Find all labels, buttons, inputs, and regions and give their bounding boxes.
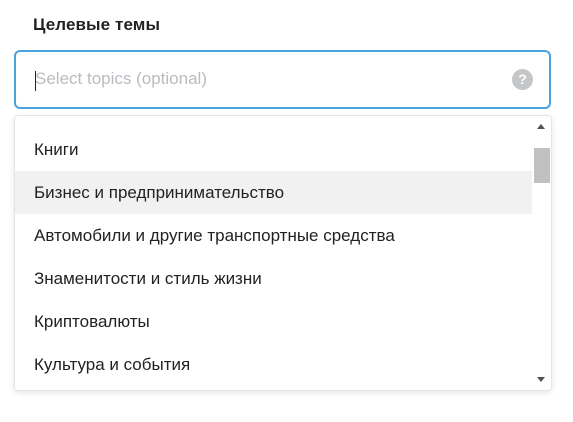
topic-option-business[interactable]: Бизнес и предпринимательство [15, 171, 532, 214]
arrow-up-icon[interactable] [537, 124, 545, 129]
topics-list: Книги Бизнес и предпринимательство Автом… [15, 128, 532, 386]
field-label: Целевые темы [33, 15, 161, 34]
topic-option-culture[interactable]: Культура и события [15, 343, 532, 386]
topic-option-celebrities[interactable]: Знаменитости и стиль жизни [15, 257, 532, 300]
topics-select-input[interactable]: Select topics (optional) ? [14, 50, 551, 109]
topics-placeholder: Select topics (optional) [35, 69, 207, 88]
topic-option-crypto[interactable]: Криптовалюты [15, 300, 532, 343]
scrollbar-thumb[interactable] [534, 148, 550, 183]
topics-dropdown: Книги Бизнес и предпринимательство Автом… [14, 115, 552, 391]
arrow-down-icon[interactable] [537, 377, 545, 382]
dropdown-scrollbar[interactable] [532, 116, 551, 390]
question-circle-icon[interactable]: ? [512, 69, 533, 90]
topic-option-books[interactable]: Книги [15, 128, 532, 171]
topic-option-vehicles[interactable]: Автомобили и другие транспортные средств… [15, 214, 532, 257]
